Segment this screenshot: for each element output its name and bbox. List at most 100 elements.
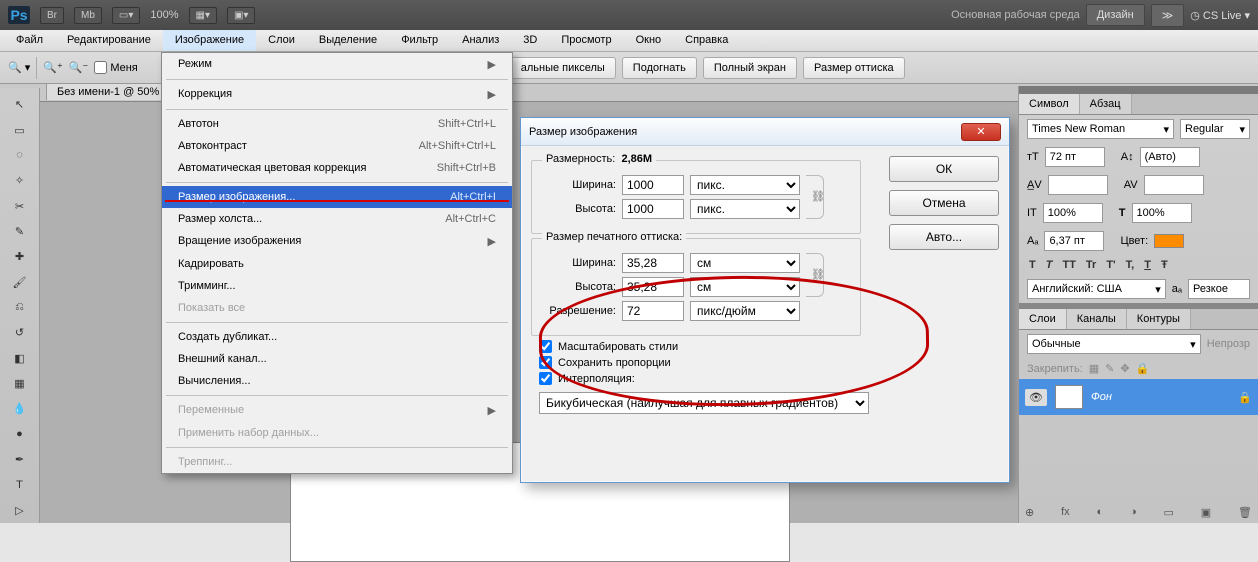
menu-file[interactable]: Файл: [4, 30, 55, 51]
constrain-proportions-checkbox[interactable]: Сохранить пропорции: [539, 356, 999, 369]
menu-item[interactable]: Вычисления...: [162, 370, 512, 392]
fit-screen-button[interactable]: Подогнать: [622, 57, 697, 79]
zoom-out-icon[interactable]: 🔍⁻: [69, 61, 89, 74]
menu-item[interactable]: Автоматическая цветовая коррекцияShift+C…: [162, 157, 512, 179]
px-height-unit[interactable]: пикс.: [690, 199, 800, 219]
menu-item[interactable]: АвтоконтрастAlt+Shift+Ctrl+L: [162, 135, 512, 157]
kerning-input[interactable]: [1048, 175, 1108, 195]
print-width-input[interactable]: [622, 253, 684, 273]
tab-channels[interactable]: Каналы: [1067, 309, 1127, 329]
menu-edit[interactable]: Редактирование: [55, 30, 163, 51]
menu-item[interactable]: Тримминг...: [162, 275, 512, 297]
menu-window[interactable]: Окно: [624, 30, 674, 51]
stamp-tool-icon[interactable]: ⎌: [5, 296, 35, 319]
fx-icon[interactable]: ⊕: [1025, 506, 1034, 519]
history-brush-icon[interactable]: ↺: [5, 321, 35, 344]
zoom-level[interactable]: 100%: [150, 9, 178, 21]
wand-tool-icon[interactable]: ✧: [5, 169, 35, 192]
move-tool-icon[interactable]: ↖: [5, 93, 35, 116]
vscale-input[interactable]: 100%: [1043, 203, 1103, 223]
print-height-input[interactable]: [622, 277, 684, 297]
resolution-unit[interactable]: пикс/дюйм: [690, 301, 800, 321]
px-width-unit[interactable]: пикс.: [690, 175, 800, 195]
zoom-in-icon[interactable]: 🔍⁺: [43, 61, 63, 74]
new-layer-icon[interactable]: ▣: [1201, 506, 1211, 519]
language-select[interactable]: Английский: США▾: [1027, 279, 1166, 299]
lock-move-icon[interactable]: ✥: [1120, 362, 1129, 375]
tt-strike[interactable]: Ŧ: [1161, 259, 1168, 271]
crop-tool-icon[interactable]: ✂: [5, 194, 35, 217]
screenmode-icon[interactable]: ▭▾: [112, 7, 140, 24]
tab-paths[interactable]: Контуры: [1127, 309, 1191, 329]
cslive-button[interactable]: ◷ CS Live ▾: [1190, 9, 1250, 22]
menu-view[interactable]: Просмотр: [549, 30, 623, 51]
type-tool-icon[interactable]: T: [5, 473, 35, 496]
brush-tool-icon[interactable]: 🖌: [5, 271, 35, 294]
menu-item[interactable]: Коррекция▶: [162, 83, 512, 106]
lock-all-icon[interactable]: 🔒: [1136, 362, 1150, 375]
actual-pixels-button[interactable]: альные пикселы: [510, 57, 616, 79]
link-icon[interactable]: [806, 175, 824, 219]
dialog-titlebar[interactable]: Размер изображения ✕: [521, 118, 1009, 146]
menu-3d[interactable]: 3D: [511, 30, 549, 51]
print-size-button[interactable]: Размер оттиска: [803, 57, 905, 79]
print-width-unit[interactable]: см: [690, 253, 800, 273]
leading-input[interactable]: (Авто): [1140, 147, 1200, 167]
font-style-select[interactable]: Regular▾: [1180, 119, 1250, 139]
trash-icon[interactable]: 🗑: [1238, 506, 1252, 519]
arrange-icon[interactable]: ▦▾: [189, 7, 217, 24]
menu-item[interactable]: Создать дубликат...: [162, 326, 512, 348]
menu-item[interactable]: Внешний канал...: [162, 348, 512, 370]
menu-item[interactable]: АвтотонShift+Ctrl+L: [162, 113, 512, 135]
menu-item[interactable]: Вращение изображения▶: [162, 230, 512, 253]
menu-item[interactable]: Размер изображения...Alt+Ctrl+I: [162, 186, 512, 208]
text-color-swatch[interactable]: [1154, 234, 1184, 248]
lasso-tool-icon[interactable]: ◌: [5, 144, 35, 167]
eyedropper-tool-icon[interactable]: ✎: [5, 220, 35, 243]
baseline-input[interactable]: 6,37 пт: [1044, 231, 1104, 251]
cancel-button[interactable]: Отмена: [889, 190, 999, 216]
tt-under[interactable]: T: [1144, 259, 1151, 271]
resolution-input[interactable]: [622, 301, 684, 321]
arrange2-icon[interactable]: ▣▾: [227, 7, 255, 24]
px-height-input[interactable]: [622, 199, 684, 219]
gradient-tool-icon[interactable]: ▦: [5, 372, 35, 395]
ok-button[interactable]: ОК: [889, 156, 999, 182]
blend-mode-select[interactable]: Обычные▾: [1027, 334, 1201, 354]
tt-bold[interactable]: T: [1029, 259, 1036, 271]
menu-item[interactable]: Режим▶: [162, 53, 512, 76]
antialias-select[interactable]: Резкое: [1188, 279, 1250, 299]
tt-sub[interactable]: T,: [1126, 259, 1135, 271]
lock-brush-icon[interactable]: ✎: [1105, 362, 1114, 375]
tracking-input[interactable]: [1144, 175, 1204, 195]
eraser-tool-icon[interactable]: ◧: [5, 347, 35, 370]
link-layers-icon[interactable]: fx: [1061, 506, 1070, 519]
tt-super[interactable]: T': [1106, 259, 1115, 271]
tt-smallcaps[interactable]: Tr: [1086, 259, 1096, 271]
auto-button[interactable]: Авто...: [889, 224, 999, 250]
link-print-icon[interactable]: [806, 253, 824, 297]
lock-pixels-icon[interactable]: ▦: [1089, 362, 1099, 375]
document-tab[interactable]: Без имени-1 @ 50%: [46, 83, 170, 100]
layer-row[interactable]: 👁 Фон 🔒: [1019, 379, 1258, 415]
pen-tool-icon[interactable]: ✒: [5, 448, 35, 471]
font-size-input[interactable]: 72 пт: [1045, 147, 1105, 167]
resize-windows-checkbox[interactable]: Меня: [94, 61, 137, 74]
menu-filter[interactable]: Фильтр: [389, 30, 450, 51]
px-width-input[interactable]: [622, 175, 684, 195]
adj-icon[interactable]: ◑: [1130, 506, 1137, 519]
menu-layers[interactable]: Слои: [256, 30, 307, 51]
workspace-label[interactable]: Основная рабочая среда: [951, 9, 1080, 21]
menu-image[interactable]: Изображение: [163, 30, 256, 51]
tt-allcaps[interactable]: TT: [1062, 259, 1075, 271]
design-button[interactable]: Дизайн: [1086, 4, 1145, 26]
menu-help[interactable]: Справка: [673, 30, 740, 51]
path-tool-icon[interactable]: ▷: [5, 499, 35, 522]
more-workspace-button[interactable]: ≫: [1151, 4, 1185, 27]
scale-styles-checkbox[interactable]: Масштабировать стили: [539, 340, 999, 353]
interpolation-select[interactable]: Бикубическая (наилучшая для плавных град…: [539, 392, 869, 414]
minibridge-icon[interactable]: Mb: [74, 7, 102, 24]
blur-tool-icon[interactable]: 💧: [5, 397, 35, 420]
tab-character[interactable]: Символ: [1019, 94, 1080, 114]
hscale-input[interactable]: 100%: [1132, 203, 1192, 223]
